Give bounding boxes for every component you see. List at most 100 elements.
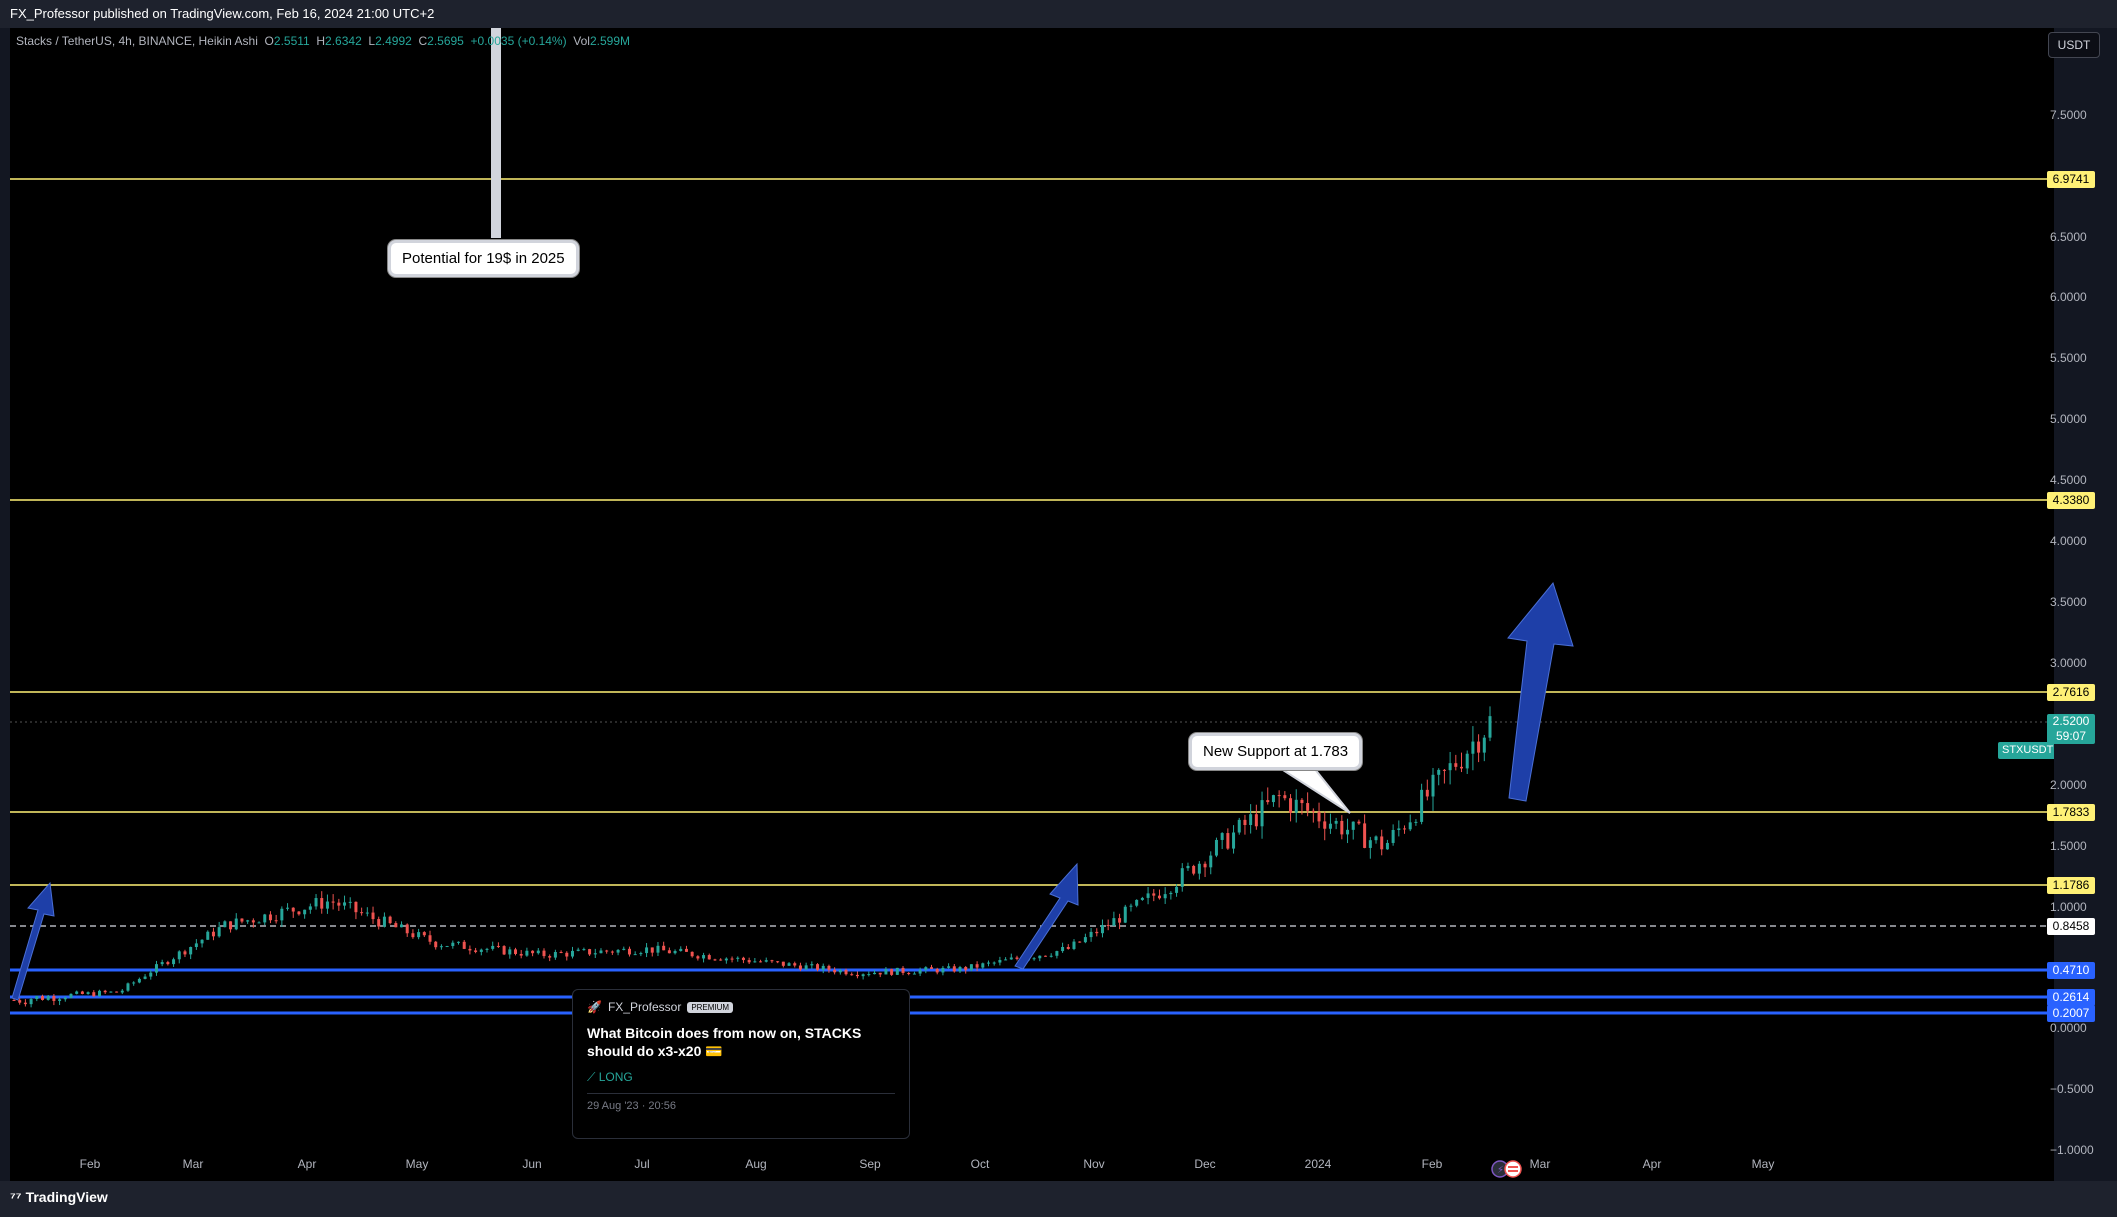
candle-body[interactable]: [451, 942, 455, 947]
candle-body[interactable]: [137, 978, 141, 983]
candle-body[interactable]: [952, 966, 956, 972]
candle-body[interactable]: [1391, 829, 1395, 843]
candle-body[interactable]: [343, 902, 347, 906]
candle-body[interactable]: [1061, 946, 1065, 952]
candle-body[interactable]: [1157, 895, 1161, 899]
candle-body[interactable]: [924, 967, 928, 970]
candle-body[interactable]: [103, 990, 107, 993]
candle-body[interactable]: [548, 956, 552, 958]
candle-body[interactable]: [605, 950, 609, 952]
candle-body[interactable]: [941, 967, 945, 973]
candle-body[interactable]: [149, 972, 153, 977]
candle-body[interactable]: [291, 907, 295, 912]
candle-body[interactable]: [593, 953, 597, 955]
candle-body[interactable]: [895, 967, 899, 975]
candle-body[interactable]: [428, 935, 432, 942]
candle-body[interactable]: [1197, 863, 1201, 874]
candle-body[interactable]: [713, 959, 717, 961]
candle-body[interactable]: [878, 972, 882, 975]
candle-body[interactable]: [1420, 789, 1424, 822]
idea-author[interactable]: FX_Professor: [608, 1000, 681, 1014]
candle-body[interactable]: [576, 949, 580, 951]
candle-body[interactable]: [513, 949, 517, 954]
candle-body[interactable]: [1129, 905, 1133, 907]
candle-body[interactable]: [1488, 716, 1492, 738]
candle-body[interactable]: [1203, 863, 1207, 868]
candle-body[interactable]: [325, 901, 329, 909]
candle-body[interactable]: [445, 946, 449, 948]
candle-body[interactable]: [1260, 800, 1264, 827]
candle-body[interactable]: [23, 1002, 27, 1005]
us-flag-icon[interactable]: [1504, 1160, 1522, 1178]
candle-body[interactable]: [234, 918, 238, 930]
candle-body[interactable]: [348, 901, 352, 903]
candle-body[interactable]: [867, 974, 871, 976]
candle-body[interactable]: [1186, 865, 1190, 869]
candle-body[interactable]: [1323, 821, 1327, 829]
candle-body[interactable]: [457, 941, 461, 943]
candle-body[interactable]: [297, 911, 301, 915]
candle-body[interactable]: [479, 949, 483, 952]
candle-body[interactable]: [1038, 955, 1042, 959]
candle-body[interactable]: [1403, 828, 1407, 830]
candle-body[interactable]: [1454, 763, 1458, 767]
candle-body[interactable]: [998, 960, 1002, 963]
candle-body[interactable]: [189, 947, 193, 955]
candle-body[interactable]: [816, 964, 820, 970]
candle-body[interactable]: [217, 927, 221, 937]
candle-body[interactable]: [468, 948, 472, 951]
candle-body[interactable]: [63, 997, 67, 1000]
candle-body[interactable]: [804, 965, 808, 970]
candle-body[interactable]: [246, 920, 250, 922]
candle-body[interactable]: [394, 923, 398, 928]
candle-body[interactable]: [240, 918, 244, 922]
candle-body[interactable]: [40, 996, 44, 1000]
candle-body[interactable]: [1112, 918, 1116, 926]
candle-body[interactable]: [1100, 925, 1104, 934]
candle-body[interactable]: [1237, 819, 1241, 833]
candle-body[interactable]: [1089, 931, 1093, 938]
candle-body[interactable]: [337, 902, 341, 906]
idea-title[interactable]: What Bitcoin does from now on, STACKS sh…: [587, 1024, 895, 1060]
candle-body[interactable]: [1135, 899, 1139, 906]
candle-body[interactable]: [844, 969, 848, 975]
candle-body[interactable]: [741, 957, 745, 961]
candle-body[interactable]: [1169, 892, 1173, 895]
candle-body[interactable]: [1083, 937, 1087, 943]
candle-body[interactable]: [1311, 810, 1315, 812]
candle-body[interactable]: [1300, 799, 1304, 804]
candle-body[interactable]: [377, 919, 381, 927]
candle-body[interactable]: [1175, 886, 1179, 893]
candle-body[interactable]: [1482, 737, 1486, 753]
candle-body[interactable]: [935, 968, 939, 973]
candle-body[interactable]: [160, 962, 164, 965]
candle-body[interactable]: [502, 946, 506, 955]
candle-body[interactable]: [890, 969, 894, 975]
candle-body[interactable]: [958, 967, 962, 972]
candle-body[interactable]: [1380, 836, 1384, 850]
candle-body[interactable]: [1146, 893, 1150, 898]
candle-body[interactable]: [969, 964, 973, 971]
candle-body[interactable]: [821, 965, 825, 970]
candle-body[interactable]: [787, 963, 791, 966]
candle-body[interactable]: [229, 921, 233, 930]
candle-body[interactable]: [474, 950, 478, 952]
candle-body[interactable]: [1226, 833, 1230, 849]
candle-body[interactable]: [855, 974, 859, 977]
candle-body[interactable]: [1078, 941, 1082, 943]
candle-body[interactable]: [1385, 842, 1389, 850]
candle-body[interactable]: [126, 983, 130, 991]
candle-body[interactable]: [58, 999, 62, 1001]
candle-body[interactable]: [964, 967, 968, 971]
candle-body[interactable]: [930, 967, 934, 969]
candle-body[interactable]: [1368, 840, 1372, 848]
candle-body[interactable]: [251, 920, 255, 923]
candle-body[interactable]: [120, 990, 124, 993]
candle-body[interactable]: [109, 991, 113, 993]
candle-body[interactable]: [1460, 766, 1464, 769]
candle-body[interactable]: [798, 965, 802, 970]
candle-body[interactable]: [1209, 855, 1213, 868]
candle-body[interactable]: [690, 951, 694, 957]
candle-body[interactable]: [873, 972, 877, 975]
candle-body[interactable]: [565, 952, 569, 957]
